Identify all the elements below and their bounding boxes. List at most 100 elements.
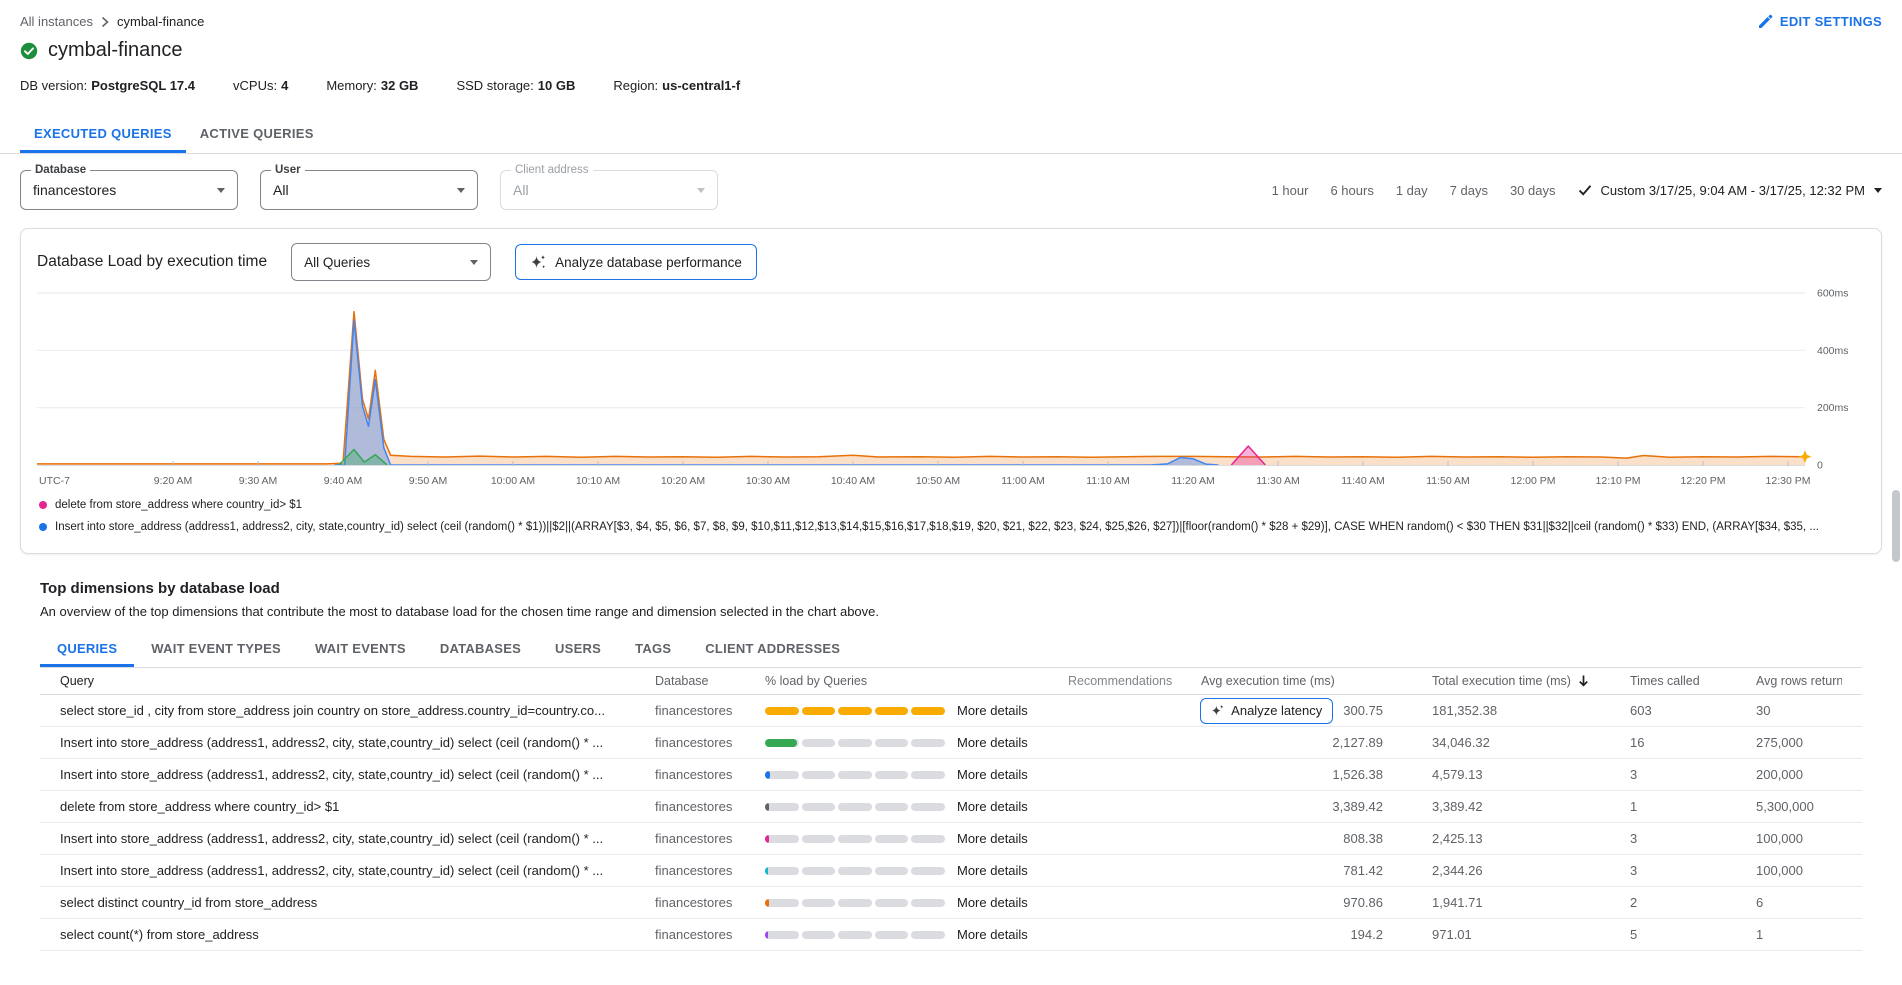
total-execution-time-cell: 3,389.42 (1383, 799, 1625, 814)
query-cell[interactable]: Insert into store_address (address1, add… (60, 831, 655, 846)
more-details-link[interactable]: More details (957, 863, 1028, 878)
dimension-tab-users[interactable]: USERS (538, 633, 618, 667)
load-bar-segment (765, 771, 799, 779)
table-row: select store_id , city from store_addres… (40, 695, 1862, 727)
edit-settings-button[interactable]: EDIT SETTINGS (1758, 14, 1882, 29)
dimension-tabs: QUERIESWAIT EVENT TYPESWAIT EVENTSDATABA… (40, 633, 1862, 668)
svg-text:12:00 PM: 12:00 PM (1511, 475, 1556, 487)
more-details-link[interactable]: More details (957, 735, 1028, 750)
table-row: Insert into store_address (address1, add… (40, 855, 1862, 887)
analyze-latency-button[interactable]: Analyze latency (1200, 698, 1333, 724)
table-row: Insert into store_address (address1, add… (40, 727, 1862, 759)
column-header-avg-rows-returned[interactable]: Avg rows returned (1753, 674, 1842, 688)
time-range-1-day[interactable]: 1 day (1396, 183, 1428, 198)
load-bar-segment (802, 899, 836, 907)
query-cell[interactable]: Insert into store_address (address1, add… (60, 735, 655, 750)
query-cell[interactable]: Insert into store_address (address1, add… (60, 863, 655, 878)
load-bar (765, 835, 945, 843)
more-details-link[interactable]: More details (957, 799, 1028, 814)
more-details-link[interactable]: More details (957, 767, 1028, 782)
column-header-label: Query (60, 674, 94, 688)
column-header-total-execution-time-ms[interactable]: Total execution time (ms) (1383, 674, 1625, 688)
load-bar-segment (802, 803, 836, 811)
load-bar-segment (765, 867, 799, 875)
time-range-1-hour[interactable]: 1 hour (1272, 183, 1309, 198)
avg-execution-time-value: 300.75 (1343, 703, 1383, 718)
query-cell[interactable]: select distinct country_id from store_ad… (60, 895, 655, 910)
avg-execution-time-value: 194.2 (1350, 927, 1383, 942)
time-range-7-days[interactable]: 7 days (1450, 183, 1488, 198)
more-details-link[interactable]: More details (957, 703, 1028, 718)
chart-legend: delete from store_address where country_… (37, 494, 1865, 538)
query-cell[interactable]: Insert into store_address (address1, add… (60, 767, 655, 782)
analyze-database-performance-button[interactable]: Analyze database performance (515, 244, 757, 280)
avg-rows-returned-cell: 100,000 (1753, 863, 1842, 878)
scrollbar-thumb[interactable] (1892, 490, 1900, 562)
load-bar-segment (802, 739, 836, 747)
dimension-tab-client-addresses[interactable]: CLIENT ADDRESSES (688, 633, 857, 667)
column-header-database[interactable]: Database (655, 674, 765, 688)
analyze-database-performance-label: Analyze database performance (555, 255, 742, 270)
query-cell[interactable]: delete from store_address where country_… (60, 799, 655, 814)
filter-user[interactable]: UserAll (260, 170, 478, 210)
load-bar-segment (875, 835, 909, 843)
filter-label: Database (31, 164, 90, 176)
chevron-down-icon (217, 188, 225, 193)
column-header-load-by-queries[interactable]: % load by Queries (765, 674, 1053, 688)
column-header-times-called[interactable]: Times called (1625, 674, 1753, 688)
column-header-query[interactable]: Query (60, 674, 655, 688)
column-header-label: Recommendations (1068, 674, 1172, 688)
load-bar-segment (838, 803, 872, 811)
column-header-avg-execution-time-ms[interactable]: Avg execution time (ms) (1186, 674, 1383, 688)
sort-desc-icon[interactable] (1577, 674, 1590, 688)
time-range-6-hours[interactable]: 6 hours (1330, 183, 1373, 198)
load-bar-segment (765, 931, 799, 939)
pencil-icon (1758, 14, 1773, 29)
meta-ssd-storage: SSD storage:10 GB (456, 78, 575, 93)
load-cell: More details (765, 831, 1053, 846)
time-range-custom[interactable]: Custom 3/17/25, 9:04 AM - 3/17/25, 12:32… (1578, 183, 1883, 198)
database-cell: financestores (655, 767, 765, 782)
time-range-30-days[interactable]: 30 days (1510, 183, 1556, 198)
load-bar-segment (875, 771, 909, 779)
avg-rows-returned-cell: 275,000 (1753, 735, 1842, 750)
column-header-label: Times called (1630, 674, 1700, 688)
total-execution-time-cell: 971.01 (1383, 927, 1625, 942)
time-range-custom-label: Custom 3/17/25, 9:04 AM - 3/17/25, 12:32… (1601, 183, 1866, 198)
dimension-tab-wait-event-types[interactable]: WAIT EVENT TYPES (134, 633, 298, 667)
load-bar-segment (911, 739, 945, 747)
avg-execution-time-value: 3,389.42 (1332, 799, 1383, 814)
dimension-tab-wait-events[interactable]: WAIT EVENTS (298, 633, 423, 667)
column-header-recommendations[interactable]: Recommendations (1053, 674, 1186, 688)
database-load-chart[interactable]: 9:20 AM9:30 AM9:40 AM9:50 AM10:00 AM10:1… (37, 287, 1867, 492)
more-details-link[interactable]: More details (957, 831, 1028, 846)
dimension-tab-databases[interactable]: DATABASES (423, 633, 538, 667)
filter-value: All (513, 182, 529, 198)
svg-text:UTC-7: UTC-7 (39, 475, 70, 487)
load-bar-segment (765, 739, 799, 747)
filter-database[interactable]: Databasefinancestores (20, 170, 238, 210)
load-cell: More details (765, 863, 1053, 878)
avg-execution-time-value: 781.42 (1343, 863, 1383, 878)
query-filter-select[interactable]: All Queries (291, 243, 491, 281)
svg-text:9:20 AM: 9:20 AM (154, 475, 193, 487)
tab-executed-queries[interactable]: EXECUTED QUERIES (20, 115, 186, 153)
dimension-tab-tags[interactable]: TAGS (618, 633, 688, 667)
svg-text:11:00 AM: 11:00 AM (1001, 475, 1045, 487)
svg-text:11:20 AM: 11:20 AM (1171, 475, 1215, 487)
load-bar-segment (911, 931, 945, 939)
tab-active-queries[interactable]: ACTIVE QUERIES (186, 115, 328, 153)
more-details-link[interactable]: More details (957, 895, 1028, 910)
more-details-link[interactable]: More details (957, 927, 1028, 942)
breadcrumb-all-instances[interactable]: All instances (20, 14, 93, 29)
column-header-label: Avg execution time (ms) (1201, 674, 1335, 688)
query-cell[interactable]: select count(*) from store_address (60, 927, 655, 942)
chevron-down-icon (1874, 188, 1882, 193)
svg-text:200ms: 200ms (1817, 402, 1849, 414)
total-execution-time-cell: 34,046.32 (1383, 735, 1625, 750)
dimension-tab-queries[interactable]: QUERIES (40, 633, 134, 667)
svg-text:9:40 AM: 9:40 AM (324, 475, 363, 487)
edit-settings-label: EDIT SETTINGS (1780, 14, 1882, 29)
load-bar-segment (875, 867, 909, 875)
query-cell[interactable]: select store_id , city from store_addres… (60, 703, 655, 718)
